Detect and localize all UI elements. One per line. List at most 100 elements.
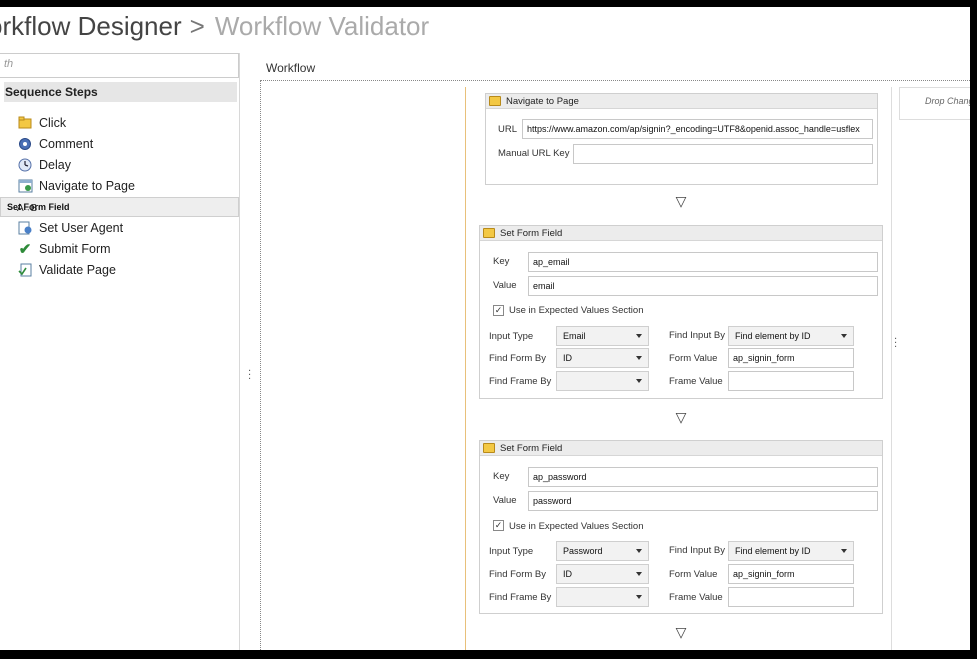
input-type-select[interactable]: Email [556,326,649,346]
toolbox-item-submit-form[interactable]: ✔ Submit Form [0,239,239,260]
find-input-by-select[interactable]: Find element by ID [728,541,854,561]
toolbox-item-label: Submit Form [39,242,111,256]
workflow-label: Workflow [266,61,316,75]
expected-values-checkbox[interactable]: ✓ [493,520,504,531]
toolbox-item-label: Click [39,116,67,130]
find-form-by-select[interactable]: ID [556,564,649,584]
sequence-guide-line [465,87,466,650]
value-label: Value [493,280,517,291]
frame-value-label: Frame Value [669,376,723,387]
frame-value-label: Frame Value [669,592,723,603]
toolbox-item-click[interactable]: Click [0,113,239,134]
find-frame-by-label: Find Frame By [489,592,552,603]
breadcrumb-separator: > [189,11,205,41]
key-label: Key [493,471,510,482]
toolbox-item-label: Navigate to Page [39,179,135,193]
find-frame-by-select[interactable] [556,371,649,391]
toolbox-pane: th Sequence Steps Click Comment Delay Na… [0,53,240,650]
url-label: URL [498,124,518,135]
step-header[interactable]: Navigate to Page [486,94,877,109]
expected-values-checkbox[interactable]: ✓ [493,305,504,316]
url-input[interactable]: https://www.amazon.com/ap/signin?_encodi… [522,119,873,139]
step-title: Set Form Field [500,228,563,239]
step-title: Navigate to Page [506,96,579,107]
category-sequence-steps[interactable]: Sequence Steps [4,82,237,102]
toolbox-item-delay[interactable]: Delay [0,155,239,176]
key-input[interactable]: ap_email [528,252,878,272]
key-label: Key [493,256,510,267]
frame-value-input[interactable] [728,587,854,607]
value-label: Value [493,495,517,506]
folder-icon [483,443,495,453]
search-input[interactable]: th [0,53,239,78]
dropdown-arrow-icon [636,572,642,576]
input-type-label: Input Type [489,331,534,342]
dropdown-arrow-icon [636,379,642,383]
toolbox-item-comment[interactable]: Comment [0,134,239,155]
select-value: Find element by ID [735,546,811,556]
checkmark-icon: ✔ [18,241,32,258]
toolbox-item-navigate-to-page[interactable]: Navigate to Page [0,176,239,197]
find-input-by-label: Find Input By [669,545,725,556]
manual-url-key-input[interactable] [573,144,873,164]
value-input[interactable]: password [528,491,878,511]
step-header[interactable]: Set Form Field [480,226,882,241]
form-value-input[interactable]: ap_signin_form [728,348,854,368]
value-input[interactable]: email [528,276,878,296]
step-navigate-to-page[interactable]: Navigate to Page URL https://www.amazon.… [485,93,878,185]
dropdown-arrow-icon [841,549,847,553]
select-value: ID [563,353,572,363]
step-set-form-field-email[interactable]: Set Form Field Key ap_email Value email … [479,225,883,399]
find-input-by-select[interactable]: Find element by ID [728,326,854,346]
toolbox-item-label: Set User Agent [39,221,124,235]
form-value-label: Form Value [669,353,718,364]
toolbox-item-label: Comment [39,137,94,151]
toolbox-item-validate-page[interactable]: Validate Page [0,260,239,281]
ab-text-icon: A→B [17,203,38,214]
web-page-icon [17,179,33,194]
dropdown-arrow-icon [636,334,642,338]
toolbox-item-label: Validate Page [39,263,116,277]
frame-value-input[interactable] [728,371,854,391]
select-value: Find element by ID [735,331,811,341]
right-panel-divider [891,87,892,650]
gear-icon [17,137,33,152]
step-set-form-field-password[interactable]: Set Form Field Key ap_password Value pas… [479,440,883,614]
page-title: orkflow Designer > Workflow Validator [0,11,429,42]
folder-icon [489,96,501,106]
connector-arrow-icon: ▽ [675,410,687,426]
toolbox-item-set-user-agent[interactable]: Set User Agent [0,218,239,239]
dropdown-arrow-icon [636,356,642,360]
dropdown-arrow-icon [636,595,642,599]
folder-icon [483,228,495,238]
find-frame-by-select[interactable] [556,587,649,607]
step-header[interactable]: Set Form Field [480,441,882,456]
find-form-by-select[interactable]: ID [556,348,649,368]
toolbox-item-label: Delay [39,158,71,172]
select-value: ID [563,569,572,579]
input-type-select[interactable]: Password [556,541,649,561]
form-value-input[interactable]: ap_signin_form [728,564,854,584]
dropdown-arrow-icon [636,549,642,553]
validator-title: Workflow Validator [214,11,430,41]
expected-values-label: Use in Expected Values Section [509,521,644,532]
expected-values-label: Use in Expected Values Section [509,305,644,316]
left-splitter-grip[interactable]: · · · [248,367,251,385]
select-value: Email [563,331,586,341]
connector-arrow-icon: ▽ [675,625,687,641]
manual-url-key-label: Manual URL Key [498,148,570,159]
validate-icon [17,263,33,278]
folder-icon [17,116,33,131]
user-agent-icon [17,221,33,236]
find-input-by-label: Find Input By [669,330,725,341]
toolbox-item-set-form-field[interactable]: A→B Set Form Field [0,197,239,217]
workflow-designer-window: orkflow Designer > Workflow Validator th S… [0,7,970,650]
input-type-label: Input Type [489,546,534,557]
connector-arrow-icon: ▽ [675,194,687,210]
form-value-label: Form Value [669,569,718,580]
step-title: Set Form Field [500,443,563,454]
key-input[interactable]: ap_password [528,467,878,487]
select-value: Password [563,546,603,556]
find-form-by-label: Find Form By [489,569,547,580]
drop-zone[interactable]: Drop Chang [899,87,970,120]
